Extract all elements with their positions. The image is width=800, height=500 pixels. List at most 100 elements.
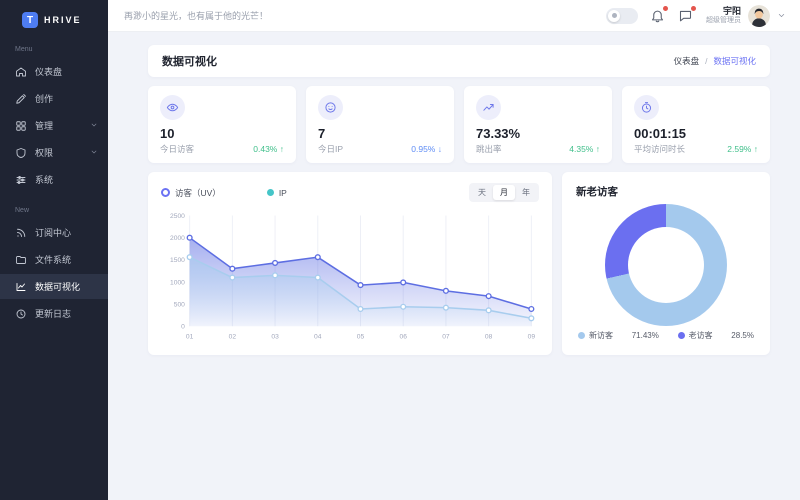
legend-value: 71.43%: [632, 331, 659, 340]
series-toggle-group: 访客（UV） IP: [161, 187, 287, 199]
sidebar-item-files[interactable]: 文件系统: [0, 247, 108, 272]
svg-text:04: 04: [314, 334, 322, 341]
svg-text:2000: 2000: [170, 235, 185, 242]
radio-dot-icon: [267, 189, 274, 196]
svg-text:08: 08: [485, 334, 493, 341]
rss-icon: [15, 227, 27, 239]
stat-card-avg-duration: 00:01:15 平均访问时长 2.59% ↑: [622, 86, 770, 163]
stat-card-visitors: 10 今日访客 0.43% ↑: [148, 86, 296, 163]
stat-label: 今日IP: [318, 143, 343, 155]
logo-icon: T: [22, 12, 38, 28]
smiley-icon: [318, 95, 343, 120]
period-year-button[interactable]: 年: [515, 185, 537, 200]
user-name: 宇阳: [706, 6, 741, 17]
sidebar-item-label: 权限: [35, 146, 53, 159]
sidebar-item-system[interactable]: 系统: [0, 167, 108, 192]
breadcrumb-separator: /: [705, 56, 707, 66]
chevron-down-icon: [777, 7, 786, 25]
sidebar-section-menu: Menu: [15, 46, 108, 53]
stat-label: 平均访问时长: [634, 143, 685, 155]
arrow-up-icon: ↑: [280, 144, 284, 154]
sliders-icon: [15, 174, 27, 186]
svg-text:05: 05: [357, 334, 365, 341]
breadcrumb-dashboard[interactable]: 仪表盘: [674, 55, 700, 67]
arrow-up-icon: ↑: [596, 144, 600, 154]
sidebar-item-data-visualization[interactable]: 数据可视化: [0, 274, 108, 299]
sidebar-item-dashboard[interactable]: 仪表盘: [0, 59, 108, 84]
chevron-down-icon: [90, 148, 98, 158]
legend-dot-icon: [578, 332, 585, 339]
user-menu[interactable]: 宇阳 超级管理员: [706, 5, 786, 27]
user-role: 超级管理员: [706, 17, 741, 26]
svg-text:03: 03: [271, 334, 279, 341]
folder-icon: [15, 254, 27, 266]
sidebar-item-create[interactable]: 创作: [0, 86, 108, 111]
stat-cards-row: 10 今日访客 0.43% ↑ 7 今日IP 0.95% ↓: [148, 86, 770, 163]
legend-old-visitors[interactable]: 老访客: [678, 330, 713, 341]
sidebar-item-subscriptions[interactable]: 订阅中心: [0, 220, 108, 245]
stat-label: 跳出率: [476, 143, 502, 155]
svg-text:500: 500: [174, 302, 185, 309]
period-segmented-control: 天 月 年: [469, 183, 539, 202]
logo-text: HRIVE: [44, 15, 82, 25]
sidebar-item-label: 更新日志: [35, 307, 71, 320]
sidebar-item-label: 文件系统: [35, 253, 71, 266]
breadcrumb: 仪表盘 / 数据可视化: [674, 55, 756, 67]
legend-new-visitors[interactable]: 新访客: [578, 330, 613, 341]
sidebar-item-label: 仪表盘: [35, 65, 62, 78]
visitor-donut-chart: [605, 204, 727, 326]
page-header: 数据可视化 仪表盘 / 数据可视化: [148, 45, 770, 77]
svg-text:07: 07: [442, 334, 450, 341]
radio-label: IP: [279, 188, 287, 198]
svg-text:1000: 1000: [170, 279, 185, 286]
topbar: 再渺小的星光，也有属于他的光芒！ 宇阳 超级管理员: [108, 0, 800, 32]
page-title: 数据可视化: [162, 53, 217, 69]
legend-label: 老访客: [689, 330, 713, 341]
stat-card-bounce-rate: 73.33% 跳出率 4.35% ↑: [464, 86, 612, 163]
sidebar-item-permissions[interactable]: 权限: [0, 140, 108, 165]
notifications-button[interactable]: [650, 8, 666, 24]
theme-toggle-knob: [608, 10, 620, 22]
donut-chart-title: 新老访客: [576, 184, 756, 199]
stat-delta: 0.95% ↓: [411, 144, 442, 154]
svg-text:01: 01: [186, 334, 194, 341]
breadcrumb-current[interactable]: 数据可视化: [713, 55, 756, 67]
topbar-motto: 再渺小的星光，也有属于他的光芒！: [124, 9, 268, 22]
notification-badge: [663, 6, 668, 11]
sidebar-item-changelog[interactable]: 更新日志: [0, 301, 108, 326]
uv-ip-chart-card: 访客（UV） IP 天 月 年 0500: [148, 172, 552, 355]
trend-icon: [476, 95, 501, 120]
sidebar-section-new: New: [15, 207, 108, 214]
clock-icon: [15, 308, 27, 320]
messages-button[interactable]: [678, 8, 694, 24]
theme-toggle[interactable]: [606, 8, 638, 24]
sidebar-item-manage[interactable]: 管理: [0, 113, 108, 138]
svg-text:02: 02: [229, 334, 237, 341]
period-day-button[interactable]: 天: [471, 185, 493, 200]
svg-text:06: 06: [400, 334, 408, 341]
stat-value: 73.33%: [476, 126, 600, 141]
stat-delta: 2.59% ↑: [727, 144, 758, 154]
uv-ip-area-chart: 05001000150020002500010203040506070809: [161, 206, 539, 349]
stat-value: 7: [318, 126, 442, 141]
timer-icon: [634, 95, 659, 120]
sidebar-item-label: 系统: [35, 173, 53, 186]
stat-label: 今日访客: [160, 143, 194, 155]
radio-selected-icon: [161, 188, 170, 197]
chart-icon: [15, 281, 27, 293]
edit-icon: [15, 93, 27, 105]
period-month-button[interactable]: 月: [493, 185, 515, 200]
stat-delta: 4.35% ↑: [569, 144, 600, 154]
sidebar: T HRIVE Menu 仪表盘 创作 管理 权限 系统 New: [0, 0, 108, 500]
radio-label: 访客（UV）: [175, 187, 221, 199]
app-logo: T HRIVE: [0, 0, 108, 32]
stat-value: 10: [160, 126, 284, 141]
sidebar-item-label: 管理: [35, 119, 53, 132]
legend-value: 28.5%: [731, 331, 754, 340]
radio-uv[interactable]: 访客（UV）: [161, 187, 221, 199]
radio-ip[interactable]: IP: [267, 188, 287, 198]
stat-card-ip: 7 今日IP 0.95% ↓: [306, 86, 454, 163]
apps-icon: [15, 120, 27, 132]
legend-dot-icon: [678, 332, 685, 339]
arrow-down-icon: ↓: [438, 144, 442, 154]
